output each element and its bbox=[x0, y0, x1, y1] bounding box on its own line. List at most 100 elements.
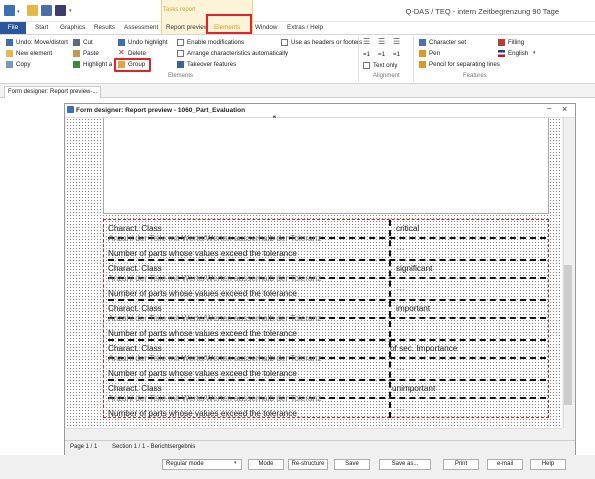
filling-button[interactable]: Filling bbox=[508, 38, 524, 47]
undo-move-button[interactable]: Undo: Move/distort bbox=[16, 38, 68, 47]
german-caption: Anzahl der Teile mit Werte/Werten ausser… bbox=[108, 314, 322, 323]
tab-extras-help[interactable]: Extras / Help bbox=[287, 23, 323, 33]
cut-button[interactable]: Cut bbox=[83, 38, 93, 47]
form-designer-title: Form designer: Report preview - 1060_Par… bbox=[76, 107, 246, 114]
scrollbar-thumb[interactable] bbox=[564, 265, 572, 405]
value-placeholder: --- bbox=[397, 327, 405, 333]
german-caption: Anzahl der Teile mit Werte/Werten ausser… bbox=[108, 234, 322, 243]
ribbon-separator bbox=[358, 36, 359, 82]
pencil-icon bbox=[419, 61, 426, 68]
undo-highlight-button[interactable]: Undo highlight bbox=[128, 38, 168, 47]
value-placeholder: --- bbox=[397, 287, 405, 293]
tab-start[interactable]: Start bbox=[35, 23, 48, 33]
ribbon-separator bbox=[413, 36, 414, 82]
takeover-features-button[interactable]: Takeover features bbox=[187, 60, 236, 69]
text-only-label: Text only bbox=[373, 62, 398, 69]
tab-report-preview[interactable]: Report preview bbox=[166, 23, 208, 33]
english-caption: Number of parts whose values exceed the … bbox=[108, 329, 297, 338]
value-placeholder: --- bbox=[397, 247, 405, 253]
class-value: critical bbox=[396, 224, 420, 233]
open-folder-icon[interactable] bbox=[27, 5, 38, 16]
copy-button[interactable]: Copy bbox=[16, 60, 30, 69]
new-element-icon bbox=[6, 50, 13, 57]
english-caption: Number of parts whose values exceed the … bbox=[108, 249, 297, 258]
align-top-button[interactable]: =1 bbox=[363, 50, 370, 59]
delete-button[interactable]: Delete bbox=[128, 49, 146, 58]
page-indicator: Page 1 / 1 bbox=[70, 444, 98, 450]
align-right-icon[interactable]: ☰ bbox=[393, 37, 400, 46]
german-caption: Anzahl der Teile mit Werte/Werten ausser… bbox=[108, 274, 322, 283]
horizontal-scrollbar[interactable] bbox=[66, 428, 562, 438]
tab-results[interactable]: Results bbox=[94, 23, 115, 33]
value-placeholder: --- bbox=[397, 367, 405, 373]
table-row[interactable]: Charact. Class critical Anzahl der Teile… bbox=[108, 221, 546, 261]
use-as-headers-checkbox[interactable] bbox=[281, 39, 288, 46]
help-button[interactable]: Help bbox=[530, 459, 566, 470]
report-header-area[interactable] bbox=[103, 118, 549, 214]
uk-flag-icon bbox=[498, 50, 505, 57]
class-value: important bbox=[396, 304, 431, 313]
pen-button[interactable]: Pen bbox=[429, 49, 440, 58]
table-row[interactable]: Charact. Class important Anzahl der Teil… bbox=[108, 301, 546, 341]
use-as-headers-label: Use as headers or footers bbox=[291, 39, 363, 46]
section-indicator: Section 1 / 1 - Berichtsergebnis bbox=[112, 444, 196, 450]
align-bottom-button[interactable]: =1 bbox=[393, 50, 400, 59]
save-button[interactable]: Save bbox=[334, 459, 370, 470]
tab-assessment[interactable]: Assessment bbox=[124, 23, 158, 33]
window-title: Q-DAS / TEQ - intern Zeitbegrenzung 90 T… bbox=[405, 7, 559, 16]
takeover-features-icon bbox=[177, 61, 184, 68]
align-left-icon[interactable]: ☰ bbox=[363, 37, 370, 46]
print-button[interactable]: Print bbox=[443, 459, 479, 470]
value-placeholder: --- bbox=[397, 407, 405, 413]
tab-window[interactable]: Window bbox=[255, 23, 277, 33]
language-select[interactable]: English bbox=[508, 49, 528, 58]
chevron-down-icon[interactable]: ▾ bbox=[234, 460, 237, 466]
tab-graphics[interactable]: Graphics bbox=[60, 23, 85, 33]
enable-modifications-checkbox[interactable] bbox=[177, 39, 184, 46]
pencil-separating-button[interactable]: Pencil for separating lines bbox=[429, 60, 500, 69]
align-middle-button[interactable]: =1 bbox=[378, 50, 385, 59]
german-caption: Anzahl der Teile mit Werte/Werten ausser… bbox=[108, 394, 322, 403]
paste-button[interactable]: Paste bbox=[83, 49, 99, 58]
group-button-highlight bbox=[114, 58, 151, 72]
chevron-down-icon[interactable]: ▾ bbox=[17, 9, 20, 15]
undo-icon bbox=[6, 39, 13, 46]
align-center-icon[interactable]: ☰ bbox=[378, 37, 385, 46]
disk-icon[interactable] bbox=[55, 5, 66, 16]
group-label-elements: Elements bbox=[168, 73, 194, 79]
character-set-icon bbox=[419, 39, 426, 46]
save-as-button[interactable]: Save as... bbox=[379, 459, 431, 470]
elements-tab-highlight bbox=[206, 14, 252, 34]
save-icon[interactable] bbox=[41, 5, 52, 16]
arrange-characteristics-checkbox[interactable] bbox=[177, 50, 184, 57]
tab-file[interactable]: File bbox=[0, 22, 26, 34]
document-tab[interactable]: Form designer: Report preview-... bbox=[4, 86, 102, 98]
highlight-icon bbox=[73, 61, 80, 68]
group-label-alignment: Alignment bbox=[373, 73, 400, 79]
customize-quick-access-icon[interactable]: ▾ bbox=[69, 8, 72, 14]
table-row[interactable]: Charact. Class unimportant Anzahl der Te… bbox=[108, 381, 546, 421]
table-row[interactable]: Charact. Class of sec. Importance Anzahl… bbox=[108, 341, 546, 381]
class-value: of sec. Importance bbox=[390, 344, 458, 353]
character-set-button[interactable]: Character set bbox=[429, 38, 466, 47]
class-value: unimportant bbox=[392, 384, 436, 393]
copy-icon bbox=[6, 61, 13, 68]
email-button[interactable]: e-mail bbox=[487, 459, 523, 470]
mode-button[interactable]: Mode bbox=[248, 459, 284, 470]
mode-select[interactable]: Regular mode bbox=[162, 459, 242, 470]
pen-icon bbox=[419, 50, 426, 57]
form-designer-icon bbox=[67, 106, 74, 113]
text-only-checkbox[interactable] bbox=[363, 62, 370, 69]
cut-icon bbox=[73, 39, 80, 46]
english-caption: Number of parts whose values exceed the … bbox=[108, 409, 297, 418]
delete-icon: ✕ bbox=[118, 48, 125, 57]
restructure-button[interactable]: Re-structure bbox=[288, 459, 328, 470]
table-row[interactable]: Charact. Class significant Anzahl der Te… bbox=[108, 261, 546, 301]
minimize-button[interactable]: – bbox=[547, 104, 551, 113]
close-button[interactable]: × bbox=[562, 104, 567, 114]
context-group-label: Tasks report bbox=[163, 7, 196, 13]
new-element-button[interactable]: New element bbox=[16, 49, 52, 58]
highlight-button[interactable]: Highlight a bbox=[83, 60, 112, 69]
english-caption: Number of parts whose values exceed the … bbox=[108, 289, 297, 298]
chevron-down-icon[interactable]: ▾ bbox=[533, 49, 536, 58]
